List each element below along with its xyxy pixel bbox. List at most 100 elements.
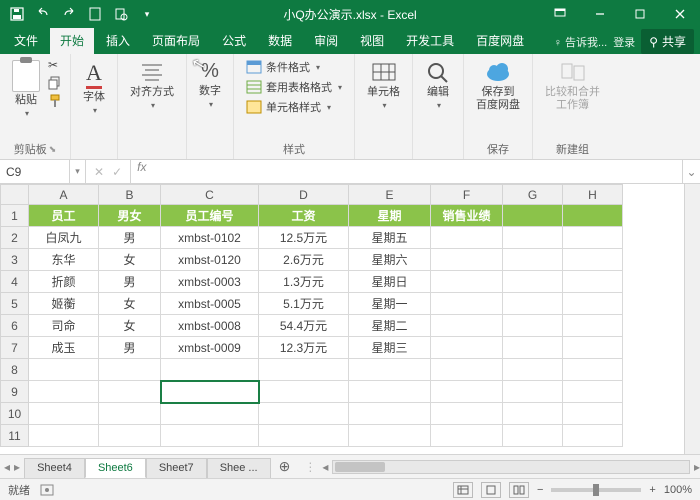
cell[interactable]: 星期六	[349, 249, 431, 271]
tab-home[interactable]: 开始	[50, 27, 94, 54]
cell[interactable]	[431, 381, 503, 403]
cell[interactable]	[259, 359, 349, 381]
minimize-button[interactable]	[580, 0, 620, 28]
cell[interactable]: 星期日	[349, 271, 431, 293]
cell[interactable]	[563, 315, 623, 337]
cell[interactable]	[563, 205, 623, 227]
cell[interactable]	[503, 249, 563, 271]
cell[interactable]: 男	[99, 337, 161, 359]
cell[interactable]: 男	[99, 271, 161, 293]
select-all-corner[interactable]	[1, 185, 29, 205]
conditional-formatting-button[interactable]: 条件格式▾	[242, 58, 346, 76]
alignment-button[interactable]: 对齐方式▾	[126, 58, 178, 112]
cut-button[interactable]: ✂	[48, 58, 62, 72]
tab-developer[interactable]: 开发工具	[396, 27, 464, 54]
cell[interactable]: xmbst-0008	[161, 315, 259, 337]
cell[interactable]	[349, 403, 431, 425]
tab-file[interactable]: 文件	[4, 27, 48, 54]
cell[interactable]: 姬蘅	[29, 293, 99, 315]
cell[interactable]: 女	[99, 249, 161, 271]
horizontal-scrollbar[interactable]	[332, 460, 690, 474]
cell[interactable]	[259, 403, 349, 425]
cell[interactable]	[563, 337, 623, 359]
hscroll-right[interactable]: ▸	[694, 460, 700, 474]
cell-styles-button[interactable]: 单元格样式▾	[242, 98, 346, 116]
zoom-slider[interactable]	[551, 488, 641, 492]
sheet-nav-prev[interactable]: ◂	[4, 460, 10, 474]
sheet-tab[interactable]: Shee ...	[207, 458, 271, 478]
cell[interactable]	[503, 403, 563, 425]
column-header[interactable]: E	[349, 185, 431, 205]
row-header[interactable]: 8	[1, 359, 29, 381]
cell[interactable]	[259, 381, 349, 403]
cell[interactable]	[349, 425, 431, 447]
save-to-baidu-button[interactable]: 保存到 百度网盘	[472, 58, 524, 114]
cell[interactable]: 女	[99, 293, 161, 315]
formula-bar[interactable]	[152, 160, 682, 183]
row-header[interactable]: 7	[1, 337, 29, 359]
qat-customize-dropdown[interactable]: ▾	[136, 3, 158, 25]
page-break-view-button[interactable]	[509, 482, 529, 498]
cancel-formula-button[interactable]: ✕	[94, 165, 104, 179]
cell[interactable]	[431, 425, 503, 447]
cell[interactable]	[563, 293, 623, 315]
cell[interactable]	[503, 315, 563, 337]
column-header[interactable]: C	[161, 185, 259, 205]
column-header[interactable]: B	[99, 185, 161, 205]
tab-review[interactable]: 审阅	[304, 27, 348, 54]
cell[interactable]	[563, 249, 623, 271]
row-header[interactable]: 3	[1, 249, 29, 271]
login-link[interactable]: 登录	[613, 34, 635, 50]
cell[interactable]: 54.4万元	[259, 315, 349, 337]
cell[interactable]: 女	[99, 315, 161, 337]
close-button[interactable]	[660, 0, 700, 28]
format-as-table-button[interactable]: 套用表格格式▾	[242, 78, 346, 96]
cell[interactable]	[99, 381, 161, 403]
cell[interactable]	[563, 403, 623, 425]
zoom-in-button[interactable]: +	[649, 484, 655, 496]
cell[interactable]: 星期一	[349, 293, 431, 315]
cell[interactable]	[563, 271, 623, 293]
zoom-out-button[interactable]: −	[537, 484, 543, 496]
tab-baidu[interactable]: 百度网盘	[466, 27, 534, 54]
cell[interactable]	[503, 293, 563, 315]
cell[interactable]	[431, 271, 503, 293]
tab-page-layout[interactable]: 页面布局	[142, 27, 210, 54]
page-layout-view-button[interactable]	[481, 482, 501, 498]
insert-function-button[interactable]: fx	[131, 160, 152, 183]
cells-button[interactable]: 单元格▾	[363, 58, 404, 112]
cell[interactable]	[431, 315, 503, 337]
enter-formula-button[interactable]: ✓	[112, 165, 122, 179]
cell[interactable]: 星期	[349, 205, 431, 227]
cell[interactable]: 星期五	[349, 227, 431, 249]
cell[interactable]	[503, 227, 563, 249]
tell-me[interactable]: ♀ 告诉我...	[554, 34, 607, 50]
cell[interactable]: xmbst-0102	[161, 227, 259, 249]
cell[interactable]: 成玉	[29, 337, 99, 359]
cell[interactable]	[161, 425, 259, 447]
cell[interactable]: 员工编号	[161, 205, 259, 227]
cell[interactable]	[99, 425, 161, 447]
cell[interactable]	[161, 381, 259, 403]
column-header[interactable]: A	[29, 185, 99, 205]
row-header[interactable]: 11	[1, 425, 29, 447]
cell[interactable]: 男女	[99, 205, 161, 227]
cell[interactable]	[161, 403, 259, 425]
cell[interactable]: 2.6万元	[259, 249, 349, 271]
cell[interactable]	[29, 381, 99, 403]
cell[interactable]	[349, 359, 431, 381]
cell[interactable]	[503, 337, 563, 359]
compare-merge-button[interactable]: 比较和合并 工作簿	[541, 58, 604, 114]
cell[interactable]: 12.5万元	[259, 227, 349, 249]
cell[interactable]: 星期二	[349, 315, 431, 337]
cell[interactable]	[563, 359, 623, 381]
sheet-tab[interactable]: Sheet6	[85, 458, 146, 478]
sheet-nav-next[interactable]: ▸	[14, 460, 20, 474]
cell[interactable]: 员工	[29, 205, 99, 227]
cell[interactable]: 折颜	[29, 271, 99, 293]
cell[interactable]	[563, 425, 623, 447]
row-header[interactable]: 1	[1, 205, 29, 227]
format-painter-button[interactable]	[48, 94, 62, 108]
cell[interactable]	[503, 205, 563, 227]
cell[interactable]	[431, 293, 503, 315]
